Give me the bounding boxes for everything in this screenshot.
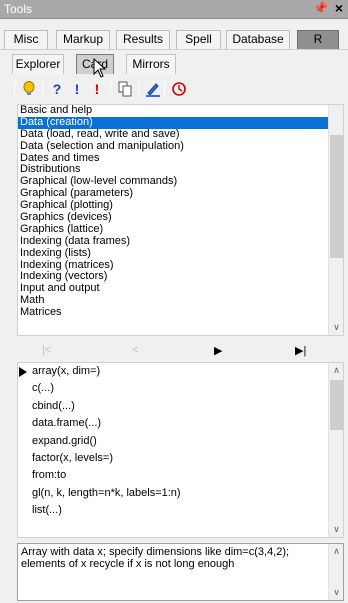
toolbar-separator — [14, 81, 15, 98]
function-list-item[interactable]: factor(x, levels=) — [18, 450, 343, 467]
scrollbar-thumb[interactable] — [330, 135, 343, 258]
description-text: Array with data x; specify dimensions li… — [21, 546, 290, 570]
exclamation-red-icon[interactable]: ! — [88, 79, 106, 99]
current-item-marker-icon — [19, 367, 27, 377]
toolbar: ? ! ! — [14, 79, 348, 102]
description-box[interactable]: Array with data x; specify dimensions li… — [17, 543, 344, 601]
function-list-item[interactable]: data.frame(...) — [18, 415, 343, 432]
sub-tab-bar: Explorer Card Mirrors — [0, 49, 348, 74]
toolbar-separator — [138, 81, 139, 98]
help-icon[interactable]: ? — [48, 79, 66, 99]
topic-list-item[interactable]: Data (selection and manipulation) — [18, 140, 343, 153]
function-list-item[interactable]: c(...) — [18, 380, 343, 397]
toolbar-separator — [42, 81, 43, 98]
function-list-item[interactable]: expand.grid() — [18, 433, 343, 450]
function-label: cbind(...) — [32, 399, 75, 412]
exclamation-icon[interactable]: ! — [68, 79, 86, 99]
next-button[interactable]: ▶ — [214, 344, 222, 357]
topic-list-item[interactable]: Input and output — [18, 282, 343, 295]
copy-icon[interactable] — [116, 79, 134, 99]
function-label: gl(n, k, length=n*k, labels=1:n) — [32, 486, 181, 499]
previous-button[interactable]: < — [132, 344, 138, 356]
topic-list-scrollbar[interactable]: ∨ — [328, 105, 343, 335]
function-label: array(x, dim=) — [32, 365, 101, 377]
topic-list-item[interactable]: Matrices — [18, 306, 343, 319]
function-label: expand.grid() — [32, 434, 97, 447]
scrollbar-thumb[interactable] — [330, 380, 343, 430]
mouse-cursor-icon — [93, 58, 107, 78]
function-list-scrollbar[interactable]: ∧ ∨ — [328, 363, 343, 537]
navigation-bar: |< < ▶ ▶| — [17, 342, 344, 360]
top-tab-bar: Misc Markup Results Spell Database R — [0, 19, 348, 49]
tab-results[interactable]: Results — [116, 30, 170, 49]
function-label: data.frame(...) — [32, 417, 102, 430]
topic-list-item[interactable]: Graphics (lattice) — [18, 223, 343, 236]
chevron-down-icon[interactable]: ∨ — [329, 522, 343, 537]
lightbulb-icon[interactable] — [20, 79, 38, 99]
toolbar-separator — [164, 81, 165, 98]
tools-titlebar: Tools 📌 × — [0, 0, 348, 19]
function-label: factor(x, levels=) — [32, 451, 113, 464]
close-icon[interactable]: × — [335, 0, 343, 16]
window-title: Tools — [4, 2, 33, 16]
tab-markup[interactable]: Markup — [56, 30, 110, 49]
topic-list-item[interactable]: Data (load, read, write and save) — [18, 128, 343, 141]
tab-mirrors[interactable]: Mirrors — [126, 54, 176, 74]
topic-list-item[interactable]: Math — [18, 294, 343, 307]
last-button[interactable]: ▶| — [295, 344, 306, 357]
function-list-item[interactable]: from:to — [18, 467, 343, 484]
topic-list-item[interactable]: Indexing (lists) — [18, 247, 343, 260]
function-label: c(...) — [32, 382, 54, 395]
function-label: list(...) — [32, 504, 62, 517]
function-list-item[interactable]: gl(n, k, length=n*k, labels=1:n) — [18, 485, 343, 502]
history-icon[interactable] — [170, 79, 188, 99]
edit-icon[interactable] — [144, 79, 162, 99]
tab-misc[interactable]: Misc — [4, 30, 48, 49]
description-scrollbar[interactable]: ∧ ∨ — [328, 544, 343, 600]
chevron-down-icon[interactable]: ∨ — [329, 585, 343, 600]
function-list-item[interactable]: cbind(...) — [18, 398, 343, 415]
function-list-item[interactable]: array(x, dim=) — [18, 363, 343, 380]
function-list[interactable]: array(x, dim=) c(...) cbind(...) data.frame… — [17, 362, 344, 538]
topic-list-item[interactable]: Data (creation) — [18, 116, 343, 129]
chevron-down-icon[interactable]: ∨ — [329, 320, 343, 335]
tab-spell[interactable]: Spell — [176, 30, 221, 49]
tab-explorer[interactable]: Explorer — [12, 54, 64, 74]
first-button[interactable]: |< — [42, 344, 51, 356]
pin-icon[interactable]: 📌 — [313, 1, 328, 15]
function-list-item[interactable]: list(...) — [18, 502, 343, 519]
topic-list[interactable]: Basic and help Data (creation) Data (load,… — [17, 104, 344, 336]
chevron-up-icon[interactable]: ∧ — [329, 544, 343, 559]
tab-database[interactable]: Database — [226, 30, 290, 49]
function-label: from:to — [32, 469, 67, 482]
toolbar-separator — [110, 81, 111, 98]
tab-r[interactable]: R — [297, 30, 339, 49]
chevron-up-icon[interactable]: ∧ — [329, 363, 343, 378]
topic-list-item[interactable]: Indexing (data frames) — [18, 235, 343, 248]
